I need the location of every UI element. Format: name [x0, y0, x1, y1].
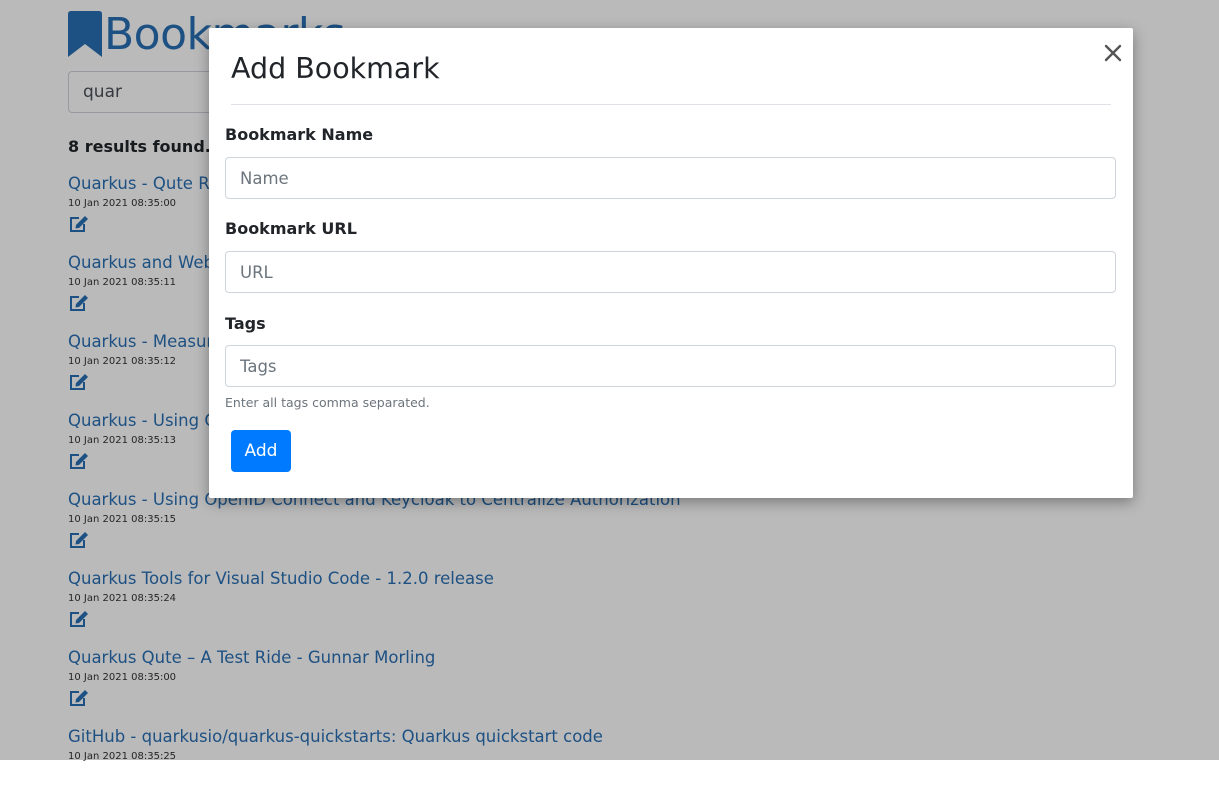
dialog-title: Add Bookmark	[231, 52, 440, 85]
tags-label: Tags	[225, 314, 266, 333]
bookmark-url-label: Bookmark URL	[225, 219, 357, 238]
dialog-divider	[231, 104, 1111, 105]
bookmark-name-label: Bookmark Name	[225, 125, 374, 144]
add-button[interactable]: Add	[231, 430, 291, 472]
tags-help-text: Enter all tags comma separated.	[225, 395, 430, 410]
close-icon[interactable]	[1102, 42, 1124, 64]
bookmark-name-input[interactable]	[225, 157, 1116, 199]
bookmark-url-input[interactable]	[225, 251, 1116, 293]
tags-input[interactable]	[225, 345, 1116, 387]
bookmarks-page: Bookmarks quar 8 results found. Quarkus …	[0, 0, 1219, 762]
add-bookmark-dialog: Add Bookmark Bookmark Name Bookmark URL …	[209, 28, 1133, 498]
